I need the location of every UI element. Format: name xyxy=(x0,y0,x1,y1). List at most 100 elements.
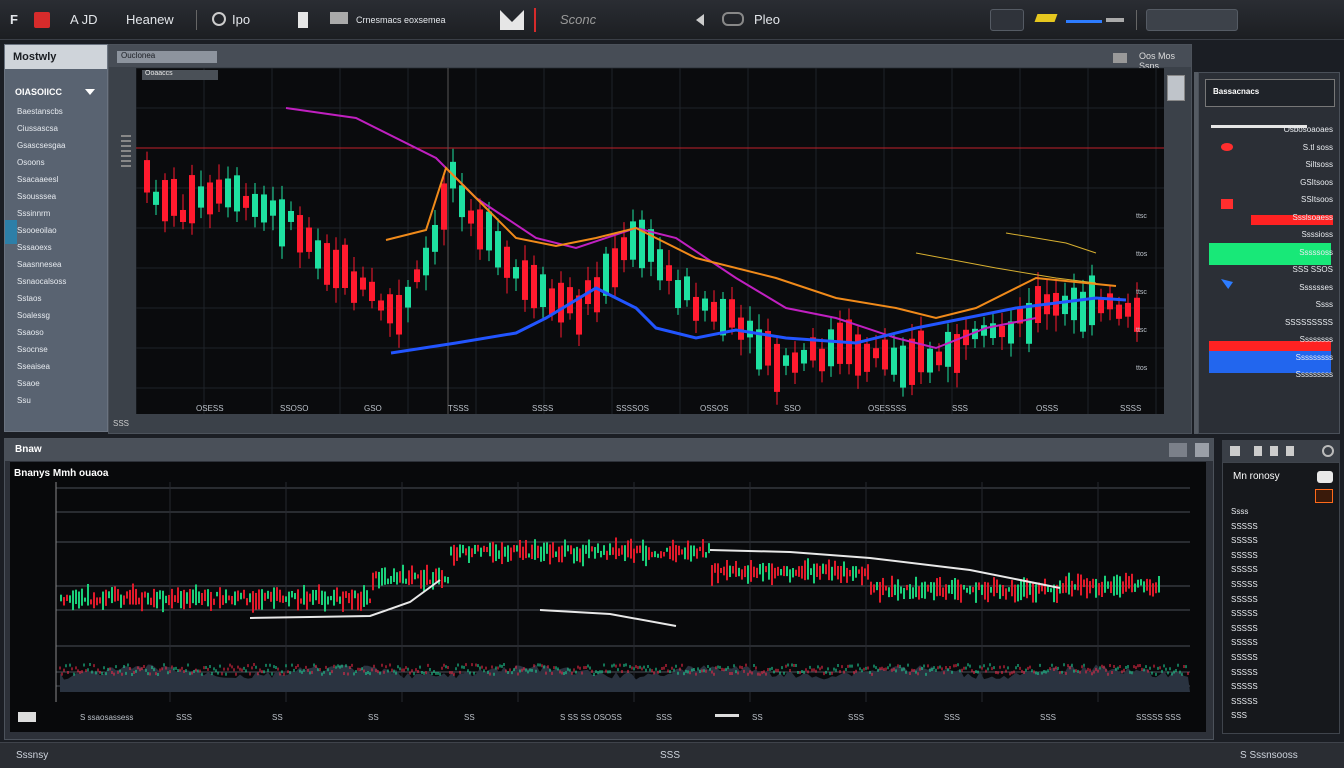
candlestick-plot[interactable]: OSESS SSOSO GSO TSSS SSSS SSSSOS OSSOS SSO OSESS… xyxy=(135,67,1164,414)
watchlist-item[interactable]: Soalessg xyxy=(17,311,50,320)
price-bar xyxy=(810,568,812,575)
orderbook-row[interactable]: SSSSS xyxy=(1231,624,1258,633)
highlight-icon[interactable] xyxy=(1034,14,1058,22)
secondary-chart-plot[interactable]: S ssaosassess SSS SS SS SS S SS SS OSOSS SSS SS… xyxy=(10,462,1206,732)
watchlist-item[interactable]: Ciussascsa xyxy=(17,124,58,133)
orderbook-toggle[interactable] xyxy=(1317,471,1333,483)
orderbook-row[interactable]: SSSSS xyxy=(1231,595,1258,604)
candle-body xyxy=(675,280,681,309)
price-bar xyxy=(612,547,614,555)
watchlist-item[interactable]: Ssaoe xyxy=(17,379,40,388)
watchlist-item[interactable]: Gsascsesgaa xyxy=(17,141,65,150)
chart-settings-icon[interactable] xyxy=(1113,53,1127,63)
trade-panel-row[interactable]: Sssssssss xyxy=(1209,353,1333,362)
price-bar xyxy=(420,570,422,589)
orderbook-row[interactable]: SSSSS xyxy=(1231,653,1258,662)
orderbook-row[interactable]: SSSSS xyxy=(1231,697,1258,706)
watchlist-item[interactable]: Sssinnrm xyxy=(17,209,50,218)
trade-panel-row[interactable]: SSS SSOS xyxy=(1209,265,1333,274)
orderbook-filter-icon[interactable] xyxy=(1254,446,1262,456)
orderbook-row[interactable]: SSSSS xyxy=(1231,580,1258,589)
toolbar-menu-item[interactable]: Ipo xyxy=(232,12,250,27)
watchlist-item[interactable]: Ssu xyxy=(17,396,31,405)
orderbook-row[interactable]: SSSSS xyxy=(1231,668,1258,677)
watchlist-item[interactable]: Ssnaocalsoss xyxy=(17,277,66,286)
toolbar-item-f[interactable]: F xyxy=(10,12,18,27)
orderbook-row[interactable]: SSSSS xyxy=(1231,638,1258,647)
watchlist-item[interactable]: Ssaoso xyxy=(17,328,44,337)
orderbook-row[interactable]: Ssss xyxy=(1231,507,1248,516)
orderbook-row[interactable]: SSSSS xyxy=(1231,682,1258,691)
trade-panel-row[interactable]: Osbosoaoaes xyxy=(1209,125,1333,134)
watchlist-item[interactable]: Ssocnse xyxy=(17,345,48,354)
orderbook-row[interactable]: SSS xyxy=(1231,711,1247,720)
price-bar xyxy=(1089,581,1091,594)
bookmark-icon[interactable] xyxy=(298,12,308,28)
time-axis-label: SSO xyxy=(784,404,801,413)
orderbook-row[interactable]: SSSSS xyxy=(1231,551,1258,560)
orderbook-refresh-icon[interactable] xyxy=(1322,445,1334,457)
account-button[interactable] xyxy=(1146,9,1238,31)
orderbook-row[interactable]: SSSSS xyxy=(1231,536,1258,545)
window-restore-icon[interactable] xyxy=(1169,443,1187,457)
toolbar-menu-item[interactable]: Pleo xyxy=(754,12,780,27)
price-bar xyxy=(825,564,827,575)
trade-panel-row[interactable]: Sssssoss xyxy=(1209,248,1333,257)
toolbar-menu-item[interactable]: A JD xyxy=(70,12,97,27)
panel-divider[interactable] xyxy=(1194,72,1198,434)
trade-panel-row[interactable]: Ssssioss xyxy=(1209,230,1333,239)
orderbook-row[interactable]: SSSSS xyxy=(1231,609,1258,618)
toolbar-menu-item[interactable]: Sconc xyxy=(560,12,596,27)
orderbook-filter-icon[interactable] xyxy=(1286,446,1294,456)
trade-panel-row[interactable]: S.tl soss xyxy=(1209,143,1333,152)
chevron-down-icon[interactable] xyxy=(85,89,95,95)
trade-panel-row[interactable]: Sssssses xyxy=(1209,283,1333,292)
price-bar xyxy=(186,592,188,604)
watchlist-item[interactable]: Saasnnesea xyxy=(17,260,61,269)
trade-panel-row[interactable]: Ssss xyxy=(1209,300,1333,309)
back-arrow-icon[interactable] xyxy=(696,14,704,26)
watchlist-item[interactable]: Ssooeoilao xyxy=(17,226,57,235)
price-bar xyxy=(624,545,626,562)
watchlist-item[interactable]: Osoons xyxy=(17,158,45,167)
chart-type-icon[interactable] xyxy=(722,12,744,26)
chart-header-tag[interactable]: Ouclonea xyxy=(117,51,217,63)
watchlist-item[interactable]: Ssacaaeesl xyxy=(17,175,58,184)
chart-scrollbar[interactable] xyxy=(1167,75,1185,101)
toggle-button[interactable] xyxy=(990,9,1024,31)
settings-icon[interactable] xyxy=(212,12,226,26)
watchlist-item[interactable]: Sstaos xyxy=(17,294,41,303)
alert-icon[interactable] xyxy=(1315,489,1333,503)
price-bar xyxy=(540,546,542,562)
watchlist-item[interactable]: Ssousssea xyxy=(17,192,56,201)
trade-panel-row[interactable]: GSItsoos xyxy=(1209,178,1333,187)
orderbook-row[interactable]: SSSSS xyxy=(1231,565,1258,574)
toolbar-divider xyxy=(1136,10,1137,30)
orderbook-filter-icon[interactable] xyxy=(1270,446,1278,456)
toolbar-menu-item[interactable]: Heanew xyxy=(126,12,174,27)
price-bar xyxy=(840,565,842,583)
trade-panel-row[interactable]: SSItsoos xyxy=(1209,195,1333,204)
toolbar-menu-item[interactable]: Crnesmacs eoxsemea xyxy=(356,15,446,25)
price-bar xyxy=(927,584,929,592)
trade-panel-row[interactable]: SSSSSSSSS xyxy=(1209,318,1333,327)
price-bar xyxy=(990,587,992,593)
price-bar xyxy=(864,568,866,577)
trade-panel-row[interactable]: Sssssssss xyxy=(1209,370,1333,379)
window-close-icon[interactable] xyxy=(1195,443,1209,457)
price-bar xyxy=(465,548,467,556)
watchlist-item[interactable]: Sseaisea xyxy=(17,362,50,371)
orderbook-settings-icon[interactable] xyxy=(1230,446,1240,456)
price-bar xyxy=(792,567,794,578)
price-scale-handle[interactable] xyxy=(121,135,131,169)
orderbook-row[interactable]: SSSSS xyxy=(1231,522,1258,531)
trade-panel-row[interactable]: Ssssssss xyxy=(1209,335,1333,344)
layout-icon[interactable] xyxy=(330,12,348,24)
trade-panel-row[interactable]: Ssslsoaess xyxy=(1209,213,1333,222)
trade-panel-row[interactable]: Siltsoss xyxy=(1209,160,1333,169)
watchlist-item[interactable]: Sssaoexs xyxy=(17,243,52,252)
price-bar xyxy=(174,595,176,602)
toolbar-divider xyxy=(534,8,536,32)
watchlist-item[interactable]: Baestanscbs xyxy=(17,107,63,116)
price-bar xyxy=(282,595,284,603)
